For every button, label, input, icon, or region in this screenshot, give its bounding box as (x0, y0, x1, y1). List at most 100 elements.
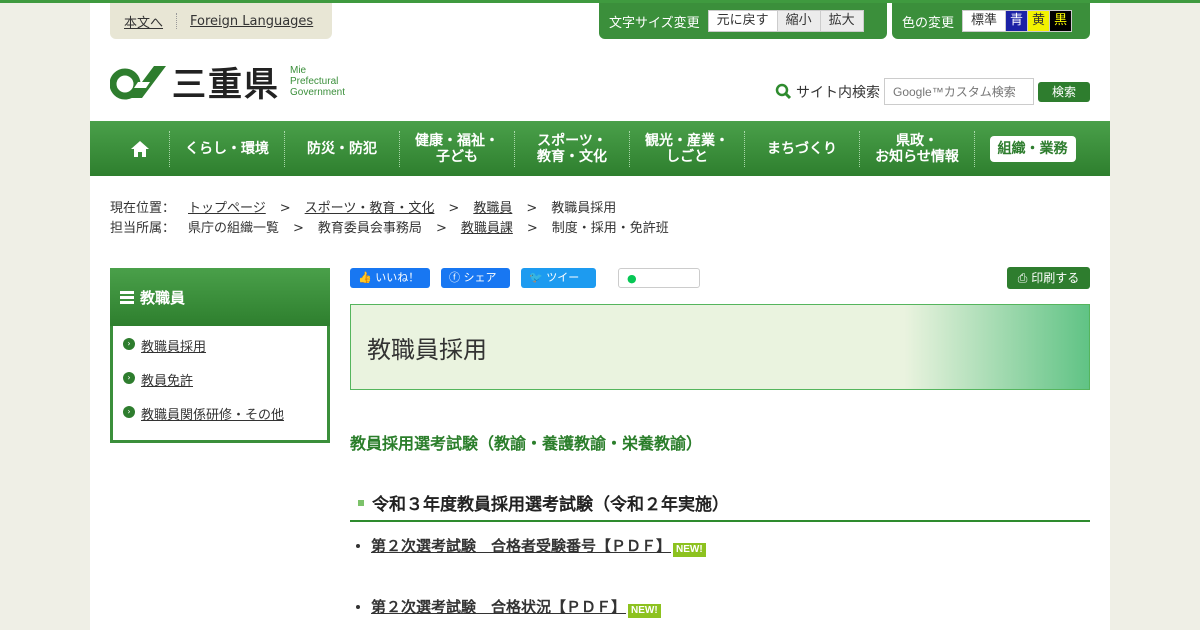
nav-label: 子ども (436, 148, 478, 165)
page-title: 教職員採用 (367, 335, 487, 364)
nav-home[interactable] (110, 130, 170, 167)
social-buttons: 👍 いいね！ ⓕ シェア 🐦 ツイート ● LINEで送る (350, 268, 700, 305)
color-standard-button[interactable]: 標準 (963, 11, 1007, 31)
color-blue-button[interactable]: 青 (1006, 11, 1029, 31)
logo-sub-line: Government (290, 87, 346, 98)
color-black-button[interactable]: 黒 (1050, 11, 1072, 31)
new-badge: NEW! (673, 543, 706, 557)
breadcrumb-current: 現在位置： トップページ > スポーツ・教育・文化 > 教職員 > 教職員採用 (110, 199, 669, 219)
tweet-button[interactable]: 🐦 ツイート (521, 268, 596, 304)
bullet-icon (356, 544, 360, 548)
logo-sub-line: Mie (290, 65, 307, 76)
font-reset-button[interactable]: 元に戻す (709, 11, 778, 31)
nav-item-health[interactable]: 健康・福祉・ 子ども (400, 130, 515, 167)
breadcrumb-item: 県庁の組織一覧 (188, 221, 280, 236)
sidebar-item: › 教職員関係研修・その他 (123, 404, 327, 438)
breadcrumb-link[interactable]: スポーツ・教育・文化 (305, 199, 435, 219)
breadcrumb-label: 現在位置： (110, 201, 176, 216)
home-icon (130, 140, 149, 157)
list-item: 第２次選考試験 合格者受験番号【ＰＤＦ】 NEW! (350, 533, 1090, 594)
page-container: 本文へ Foreign Languages 文字サイズ変更 元に戻す 縮小 拡大… (90, 3, 1110, 630)
font-size-buttons: 元に戻す 縮小 拡大 (707, 10, 864, 32)
nav-slot: 組織・業務 (975, 135, 1090, 162)
nav-item-town[interactable]: まちづくり (745, 130, 860, 167)
breadcrumb-separator: > (293, 221, 304, 236)
nav-item-disaster[interactable]: 防災・防犯 (285, 130, 400, 167)
color-control: 色の変更 標準 青 黄 黒 (892, 3, 1090, 39)
nav-item-organization[interactable]: 組織・業務 (989, 135, 1076, 162)
nav-item-tourism[interactable]: 観光・産業・ しごと (630, 130, 745, 167)
like-label: いいね！ (375, 271, 420, 284)
facebook-share-button[interactable]: ⓕ シェア (441, 268, 510, 288)
breadcrumb-separator: > (435, 221, 447, 236)
document-link[interactable]: 第２次選考試験 合格状況【ＰＤＦ】 (371, 596, 626, 617)
line-share-button[interactable]: ● LINEで送る (618, 268, 700, 305)
font-large-button[interactable]: 拡大 (820, 11, 863, 31)
search-icon (775, 83, 792, 100)
nav-label: 組織・業務 (997, 140, 1068, 157)
divider (176, 13, 178, 29)
global-nav: くらし・環境 防災・防犯 健康・福祉・ 子ども スポーツ・ 教育・文化 観光・産業・… (90, 121, 1110, 176)
breadcrumb-item: 教育委員会事務局 (317, 221, 422, 236)
new-badge: NEW! (628, 604, 661, 618)
page-title-box: 教職員採用 (350, 304, 1090, 390)
share-label: シェア (463, 271, 497, 284)
sidebar-item: › 教員免許 (123, 370, 327, 404)
breadcrumb-link[interactable]: トップページ (188, 199, 266, 219)
nav-label: お知らせ情報 (875, 148, 959, 165)
logo-name: 三重県 (172, 65, 280, 105)
sidebar-link[interactable]: 教員免許 (141, 370, 193, 389)
bullet-icon (356, 605, 360, 609)
breadcrumb-label: 担当所属： (110, 221, 176, 236)
breadcrumb-separator: > (526, 221, 538, 236)
nav-label: まちづくり (767, 140, 837, 157)
subsection-heading: 令和３年度教員採用選考試験（令和２年実施） (350, 485, 1090, 522)
sidebar-link[interactable]: 教職員採用 (141, 336, 206, 355)
prefecture-emblem-icon (110, 65, 166, 99)
nav-label: くらし・環境 (185, 140, 269, 157)
breadcrumb-separator: > (448, 201, 460, 216)
skip-to-content-link[interactable]: 本文へ (124, 12, 163, 31)
font-small-button[interactable]: 縮小 (777, 11, 821, 31)
sidebar-link[interactable]: 教職員関係研修・その他 (141, 404, 284, 423)
thumbs-up-icon: 👍 (358, 271, 376, 284)
line-icon: ● (627, 272, 641, 285)
nav-label: しごと (666, 148, 708, 165)
site-logo[interactable]: 三重県 Mie Prefectural Government (110, 57, 345, 106)
search-label: サイト内検索 (796, 84, 880, 101)
breadcrumb-current-page: 教職員採用 (551, 201, 617, 216)
nav-label: 観光・産業・ (645, 132, 729, 149)
facebook-like-button[interactable]: 👍 いいね！ (350, 268, 430, 288)
sidebar-list: › 教職員採用 › 教員免許 › 教職員関係研修・その他 (113, 326, 327, 438)
facebook-icon: ⓕ (449, 271, 464, 284)
site-search: サイト内検索 検索 (775, 78, 1090, 105)
breadcrumb-separator: > (279, 201, 291, 216)
breadcrumb-item: 制度・採用・免許班 (551, 221, 669, 236)
nav-label: スポーツ・ (537, 132, 607, 149)
breadcrumb-link[interactable]: 教職員 (473, 199, 512, 219)
chevron-right-icon: › (123, 338, 135, 350)
nav-label: 健康・福祉・ (415, 132, 499, 149)
color-label: 色の変更 (902, 15, 955, 31)
nav-item-government[interactable]: 県政・ お知らせ情報 (860, 130, 975, 167)
nav-item-sports[interactable]: スポーツ・ 教育・文化 (515, 130, 630, 167)
printer-icon: ⎙ (1017, 271, 1032, 285)
sidebar-item: › 教職員採用 (123, 336, 327, 370)
document-link[interactable]: 第２次選考試験 合格者受験番号【ＰＤＦ】 (371, 535, 671, 556)
breadcrumb: 現在位置： トップページ > スポーツ・教育・文化 > 教職員 > 教職員採用 … (110, 199, 669, 239)
color-yellow-button[interactable]: 黄 (1028, 11, 1051, 31)
logo-sub-line: Prefectural (290, 76, 339, 87)
twitter-bird-icon: 🐦 (529, 271, 547, 284)
nav-item-living[interactable]: くらし・環境 (170, 130, 285, 167)
breadcrumb-link[interactable]: 教職員課 (461, 219, 513, 239)
utility-links: 本文へ Foreign Languages (110, 3, 332, 39)
logo-subtitle: Mie Prefectural Government (290, 65, 345, 98)
search-button[interactable]: 検索 (1038, 81, 1090, 102)
foreign-languages-link[interactable]: Foreign Languages (190, 14, 313, 29)
breadcrumb-separator: > (526, 201, 538, 216)
print-button[interactable]: ⎙ 印刷する (1007, 267, 1090, 289)
chevron-right-icon: › (123, 406, 135, 418)
font-size-control: 文字サイズ変更 元に戻す 縮小 拡大 (599, 3, 887, 39)
list-item: 第２次選考試験 合格状況【ＰＤＦ】 NEW! (350, 594, 1090, 630)
search-input[interactable] (884, 78, 1034, 105)
